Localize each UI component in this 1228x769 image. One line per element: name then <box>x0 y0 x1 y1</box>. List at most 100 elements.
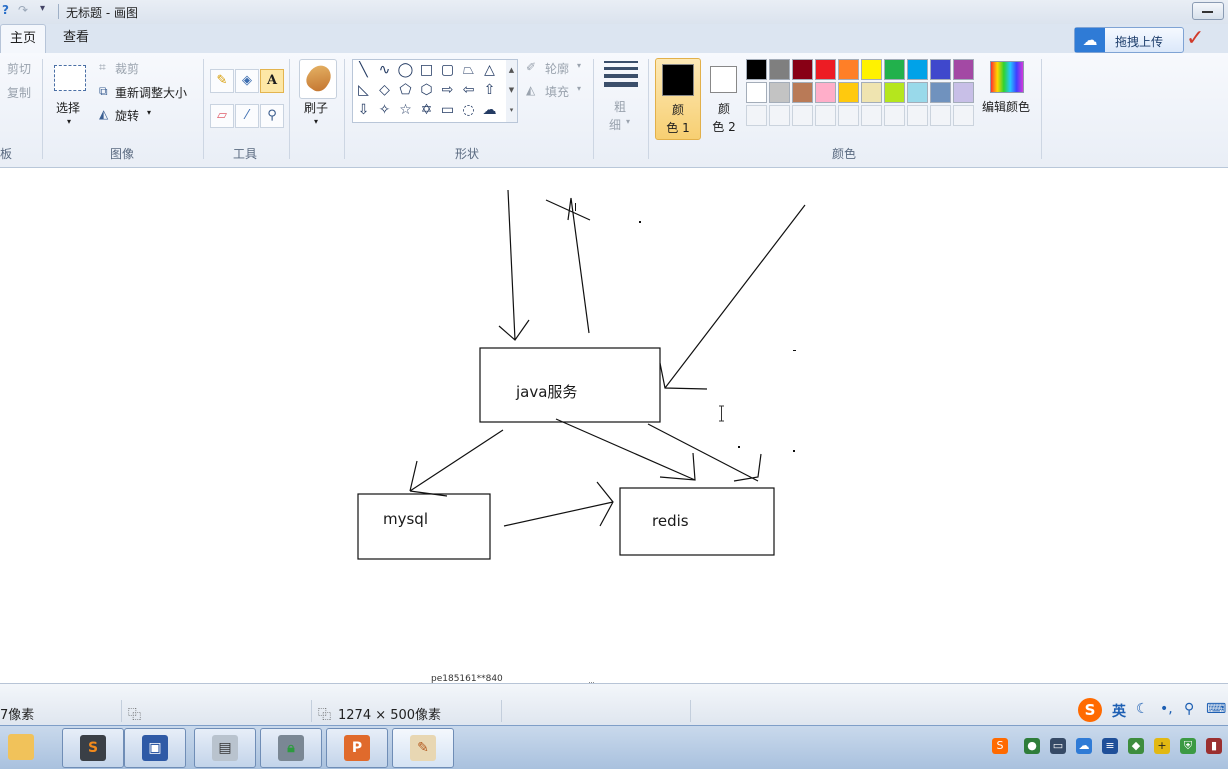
text-tool-icon[interactable]: A <box>260 69 284 93</box>
moon-icon[interactable]: ☾ <box>1136 701 1149 717</box>
select-icon[interactable] <box>54 65 86 91</box>
plus-tray-icon[interactable]: + <box>1154 738 1170 754</box>
eraser-icon[interactable]: ▱ <box>210 104 234 128</box>
right-arrow-shape-icon[interactable]: ⇨ <box>437 80 458 100</box>
rotate-dropdown-icon[interactable]: ▾ <box>147 108 151 117</box>
select-button[interactable]: 选择 <box>56 99 80 116</box>
right-triangle-shape-icon[interactable]: ◺ <box>353 80 374 100</box>
palette-color-swatch[interactable] <box>838 82 859 103</box>
palette-color-swatch[interactable] <box>815 82 836 103</box>
shapes-scroll[interactable]: ▲ ▼ ▾ <box>506 59 518 123</box>
palette-color-swatch[interactable] <box>907 82 928 103</box>
brushes-button[interactable]: 刷子 <box>304 99 328 116</box>
palette-color-swatch[interactable] <box>815 59 836 80</box>
taskbar-app-window[interactable]: ▤ <box>194 728 256 768</box>
palette-color-swatch[interactable] <box>792 82 813 103</box>
sogou-tray-icon[interactable]: S <box>992 738 1008 754</box>
palette-color-swatch[interactable] <box>792 59 813 80</box>
palette-color-swatch[interactable] <box>953 82 974 103</box>
taskbar-powerpoint[interactable]: P <box>326 728 388 768</box>
shapes-gallery[interactable]: ╲ ∿ ◯ □ ▢ ⏢ △ ◺ ◇ ⬠ ⬡ ⇨ ⇦ ⇧ ⇩ ✧ ☆ ✡ ▭ ◌ ☁ <box>352 59 508 123</box>
taskbar-explorer[interactable] <box>0 728 44 766</box>
palette-color-swatch[interactable] <box>861 82 882 103</box>
custom-color-slot[interactable] <box>884 105 905 126</box>
palette-color-swatch[interactable] <box>953 59 974 80</box>
down-arrow-shape-icon[interactable]: ⇩ <box>353 100 374 120</box>
brushes-dropdown-icon[interactable]: ▾ <box>314 117 318 126</box>
brush-icon[interactable] <box>299 59 337 99</box>
palette-color-swatch[interactable] <box>838 59 859 80</box>
outline-button[interactable]: 轮廓 <box>545 60 569 77</box>
color1-button[interactable]: 颜 色 1 <box>655 58 701 140</box>
punctuation-icon[interactable]: •, <box>1160 701 1173 717</box>
canvas-drawing[interactable]: java服务 mysql redis <box>0 168 1228 683</box>
palette-color-swatch[interactable] <box>769 82 790 103</box>
tab-view[interactable]: 查看 <box>52 24 100 52</box>
edit-colors-button[interactable]: 编辑颜色 <box>982 98 1030 115</box>
palette-color-swatch[interactable] <box>907 59 928 80</box>
palette-color-swatch[interactable] <box>746 59 767 80</box>
six-point-star-icon[interactable]: ✡ <box>416 100 437 120</box>
diamond-shape-icon[interactable]: ◇ <box>374 80 395 100</box>
rounded-rectangle-shape-icon[interactable]: ▢ <box>437 60 458 80</box>
palette-color-swatch[interactable] <box>930 59 951 80</box>
five-point-star-icon[interactable]: ☆ <box>395 100 416 120</box>
oval-shape-icon[interactable]: ◯ <box>395 60 416 80</box>
custom-color-slot[interactable] <box>953 105 974 126</box>
app-tray-icon[interactable]: ◆ <box>1128 738 1144 754</box>
select-dropdown-icon[interactable]: ▾ <box>67 117 71 126</box>
ime-mode[interactable]: 英 <box>1112 701 1126 721</box>
taskbar-virtualbox[interactable]: ▣ <box>124 728 186 768</box>
network-tray-icon[interactable]: ● <box>1024 738 1040 754</box>
quick-access-dropdown-icon[interactable]: ▾ <box>40 3 45 14</box>
keyboard-icon[interactable]: ⌨ <box>1206 701 1226 717</box>
triangle-shape-icon[interactable]: △ <box>479 60 500 80</box>
microphone-icon[interactable]: ⚲ <box>1184 701 1194 717</box>
rotate-button[interactable]: 旋转 <box>115 107 139 124</box>
polygon-shape-icon[interactable]: ⏢ <box>458 60 479 80</box>
taskbar-security[interactable]: 🔒︎ <box>260 728 322 768</box>
custom-color-slot[interactable] <box>746 105 767 126</box>
pencil-icon[interactable]: ✎ <box>210 69 234 93</box>
oval-callout-icon[interactable]: ◌ <box>458 100 479 120</box>
shield-tray-icon[interactable]: ⛨ <box>1180 738 1196 754</box>
drawing-canvas[interactable]: java服务 mysql redis pe185161**840 ||| <box>0 168 1228 692</box>
list-tray-icon[interactable]: ≡ <box>1102 738 1118 754</box>
size-dropdown-icon[interactable]: ▾ <box>626 117 630 126</box>
cloud-callout-icon[interactable]: ☁ <box>479 100 500 120</box>
color-picker-icon[interactable]: ⁄ <box>235 104 259 128</box>
cloud-tray-icon[interactable]: ☁ <box>1076 738 1092 754</box>
fill-dropdown-icon[interactable]: ▾ <box>577 84 581 93</box>
minimize-button[interactable] <box>1192 2 1224 20</box>
magnifier-icon[interactable]: ⚲ <box>260 104 284 128</box>
redo-icon[interactable]: ↷ <box>18 3 28 17</box>
pentagon-shape-icon[interactable]: ⬠ <box>395 80 416 100</box>
custom-color-slot[interactable] <box>838 105 859 126</box>
edit-colors-icon[interactable] <box>990 61 1024 93</box>
rect-callout-icon[interactable]: ▭ <box>437 100 458 120</box>
taskbar-sublime[interactable]: S <box>62 728 124 768</box>
custom-color-slot[interactable] <box>769 105 790 126</box>
custom-color-slot[interactable] <box>861 105 882 126</box>
size-icon[interactable] <box>604 61 638 91</box>
app-menu-icon[interactable]: ? <box>2 3 9 17</box>
custom-color-slot[interactable] <box>815 105 836 126</box>
custom-color-slot[interactable] <box>792 105 813 126</box>
rectangle-shape-icon[interactable]: □ <box>416 60 437 80</box>
outline-dropdown-icon[interactable]: ▾ <box>577 61 581 70</box>
palette-color-swatch[interactable] <box>746 82 767 103</box>
fill-button[interactable]: 填充 <box>545 83 569 100</box>
left-arrow-shape-icon[interactable]: ⇦ <box>458 80 479 100</box>
fill-bucket-icon[interactable]: ◈ <box>235 69 259 93</box>
custom-color-slot[interactable] <box>930 105 951 126</box>
hexagon-shape-icon[interactable]: ⬡ <box>416 80 437 100</box>
color2-button[interactable]: 颜 色 2 <box>702 58 746 138</box>
curve-shape-icon[interactable]: ∿ <box>374 60 395 80</box>
cut-button[interactable]: 剪切 <box>7 60 31 77</box>
copy-button[interactable]: 复制 <box>7 84 31 101</box>
tab-home[interactable]: 主页 <box>0 24 46 53</box>
resize-button[interactable]: 重新调整大小 <box>115 84 187 101</box>
palette-color-swatch[interactable] <box>769 59 790 80</box>
line-shape-icon[interactable]: ╲ <box>353 60 374 80</box>
up-arrow-shape-icon[interactable]: ⇧ <box>479 80 500 100</box>
